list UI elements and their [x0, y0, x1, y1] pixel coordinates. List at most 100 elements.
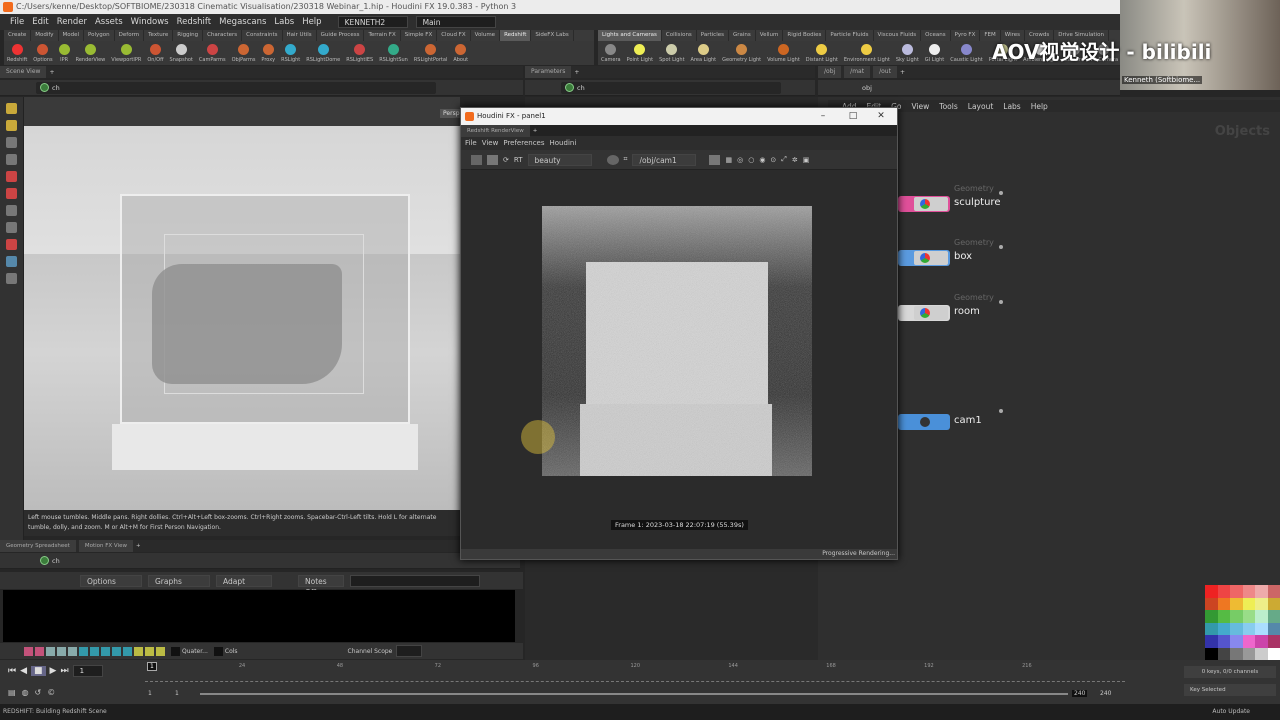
magnet-tool-icon[interactable]	[6, 239, 17, 250]
cols-toggle[interactable]: Cols	[225, 648, 238, 655]
tab-redshift-renderview[interactable]: Redshift RenderView	[461, 124, 530, 137]
shelf-tab-volume[interactable]: Volume	[471, 30, 501, 41]
main-desk-select[interactable]: Main	[415, 16, 496, 28]
jump-end-button[interactable]: ⏭	[60, 666, 68, 676]
save-icon[interactable]: ▣	[803, 156, 810, 164]
shelf-tab-redshift[interactable]: Redshift	[500, 30, 532, 41]
shelf-tool-redshift[interactable]: Redshift	[4, 43, 30, 63]
refresh-icon[interactable]: ⟳	[503, 156, 509, 164]
palette-swatch[interactable]	[1205, 647, 1218, 660]
aov-dropdown[interactable]: beauty	[527, 153, 592, 166]
brush-tool-icon[interactable]	[6, 188, 17, 199]
shelf-tab-simple-fx[interactable]: Simple FX	[401, 30, 438, 41]
shelf-tab-modify[interactable]: Modify	[31, 30, 59, 41]
range-start[interactable]: 1	[148, 690, 152, 697]
focus-icon[interactable]: ⊙	[770, 156, 776, 164]
shelf-tool-rslightsun[interactable]: RSLightSun	[376, 43, 411, 63]
light-tool-icon[interactable]	[6, 273, 17, 284]
shelf-tab-hair-utils[interactable]: Hair Utils	[283, 30, 317, 41]
grid-tool-icon[interactable]	[6, 222, 17, 233]
shelf-tool-distant-light[interactable]: Distant Light	[803, 43, 841, 63]
menu-view[interactable]: View	[482, 139, 499, 147]
shelf-tool-snapshot[interactable]: Snapshot	[167, 43, 196, 63]
options-dropdown[interactable]: Options	[80, 574, 142, 587]
palette-swatch[interactable]	[1267, 610, 1280, 623]
shelf-tool-point-light[interactable]: Point Light	[624, 43, 656, 63]
target-icon[interactable]: ◉	[759, 156, 765, 164]
menu-render[interactable]: Render	[57, 17, 87, 27]
palette-swatch[interactable]	[1255, 597, 1268, 610]
frame-marker[interactable]: 1	[147, 662, 157, 671]
palette-swatch[interactable]	[1255, 647, 1268, 660]
tab-out[interactable]: /out	[873, 66, 897, 78]
network-menu-tools[interactable]: Tools	[939, 102, 957, 111]
exposure-icon[interactable]: ◎	[737, 156, 743, 164]
shelf-tab-terrain-fx[interactable]: Terrain FX	[364, 30, 401, 41]
palette-swatch[interactable]	[1267, 597, 1280, 610]
shelf-tool-gi-light[interactable]: GI Light	[922, 43, 947, 63]
range-start2[interactable]: 1	[175, 690, 179, 697]
palette-swatch[interactable]	[1230, 622, 1243, 635]
adapt-dropdown[interactable]: Adapt	[216, 574, 272, 587]
palette-swatch[interactable]	[1267, 622, 1280, 635]
shelf-tab-constraints[interactable]: Constraints	[242, 30, 283, 41]
palette-swatch[interactable]	[1255, 622, 1268, 635]
shelf-tab-model[interactable]: Model	[59, 30, 85, 41]
shelf-tab-characters[interactable]: Characters	[203, 30, 243, 41]
palette-swatch[interactable]	[1217, 585, 1230, 598]
render-image[interactable]	[542, 206, 812, 476]
palette-swatch[interactable]	[1242, 585, 1255, 598]
shelf-tab-vellum[interactable]: Vellum	[756, 30, 784, 41]
circle-icon[interactable]: ○	[748, 156, 754, 164]
tab-scene-view[interactable]: Scene View	[0, 66, 47, 78]
shelf-tab-pyro-fx[interactable]: Pyro FX	[951, 30, 981, 41]
menu-edit[interactable]: Edit	[32, 17, 48, 27]
shelf-tool-rslight[interactable]: RSLight	[278, 43, 303, 63]
stop-button[interactable]: ■	[31, 666, 46, 676]
palette-swatch[interactable]	[1217, 622, 1230, 635]
shelf-tool-about[interactable]: About	[450, 43, 471, 63]
tab-geometry-spreadsheet[interactable]: Geometry Spreadsheet	[0, 540, 76, 552]
palette-swatch[interactable]	[1217, 635, 1230, 648]
palette-swatch[interactable]	[1217, 597, 1230, 610]
palette-swatch[interactable]	[1242, 597, 1255, 610]
menu-houdini[interactable]: Houdini	[550, 139, 577, 147]
jump-start-button[interactable]: ⏮	[8, 666, 16, 676]
timeline-slider[interactable]: 1 24 48 72 96 120 144 168 192 216	[145, 662, 1125, 682]
param-path-field[interactable]: ch	[561, 81, 781, 94]
pose-tool-icon[interactable]	[6, 137, 17, 148]
camera-dropdown[interactable]: /obj/cam1	[632, 153, 697, 166]
shelf-tool-camparms[interactable]: CamParms	[196, 43, 229, 63]
shelf-tool-area-light[interactable]: Area Light	[688, 43, 720, 63]
add-tab-button[interactable]: +	[900, 69, 905, 76]
keys-channels[interactable]: 0 keys, 0/0 channels	[1184, 666, 1276, 678]
key-selected-dropdown[interactable]: Key Selected	[1184, 684, 1276, 696]
notes-dropdown[interactable]: Notes Off	[298, 574, 344, 597]
quater-toggle[interactable]: Quater...	[182, 648, 208, 655]
tab-motion-fx-view[interactable]: Motion FX View	[78, 540, 133, 552]
node-cam1[interactable]: cam1	[898, 409, 1003, 430]
crop-icon[interactable]: ⌗	[624, 155, 628, 164]
expand-icon[interactable]: ⤢	[781, 155, 787, 164]
shelf-tab-cloud-fx[interactable]: Cloud FX	[437, 30, 471, 41]
menu-file[interactable]: File	[465, 139, 477, 147]
channel-scope-field[interactable]	[396, 645, 423, 657]
menu-assets[interactable]: Assets	[95, 17, 123, 27]
node-sculpture[interactable]: Geometry sculpture	[898, 184, 1003, 212]
palette-swatch[interactable]	[1230, 647, 1243, 660]
global-anim-icon[interactable]: ©	[47, 688, 55, 697]
palette-swatch[interactable]	[1205, 610, 1218, 623]
shelf-tab-collisions[interactable]: Collisions	[662, 30, 697, 41]
palette-swatch[interactable]	[1205, 622, 1218, 635]
shelf-tool-objparms[interactable]: ObjParms	[229, 43, 259, 63]
shelf-tool-rslighties[interactable]: RSLightIES	[343, 43, 376, 63]
stop-icon[interactable]	[487, 154, 498, 165]
menu-preferences[interactable]: Preferences	[503, 139, 544, 147]
palette-swatch[interactable]	[1230, 597, 1243, 610]
shelf-tool-options[interactable]: Options	[30, 43, 55, 63]
tab-mat[interactable]: /mat	[844, 66, 871, 78]
palette-swatch[interactable]	[1205, 635, 1218, 648]
shelf-tab-oceans[interactable]: Oceans	[921, 30, 951, 41]
loop-icon[interactable]: ↺	[35, 688, 42, 697]
shelf-tab-rigging[interactable]: Rigging	[173, 30, 204, 41]
